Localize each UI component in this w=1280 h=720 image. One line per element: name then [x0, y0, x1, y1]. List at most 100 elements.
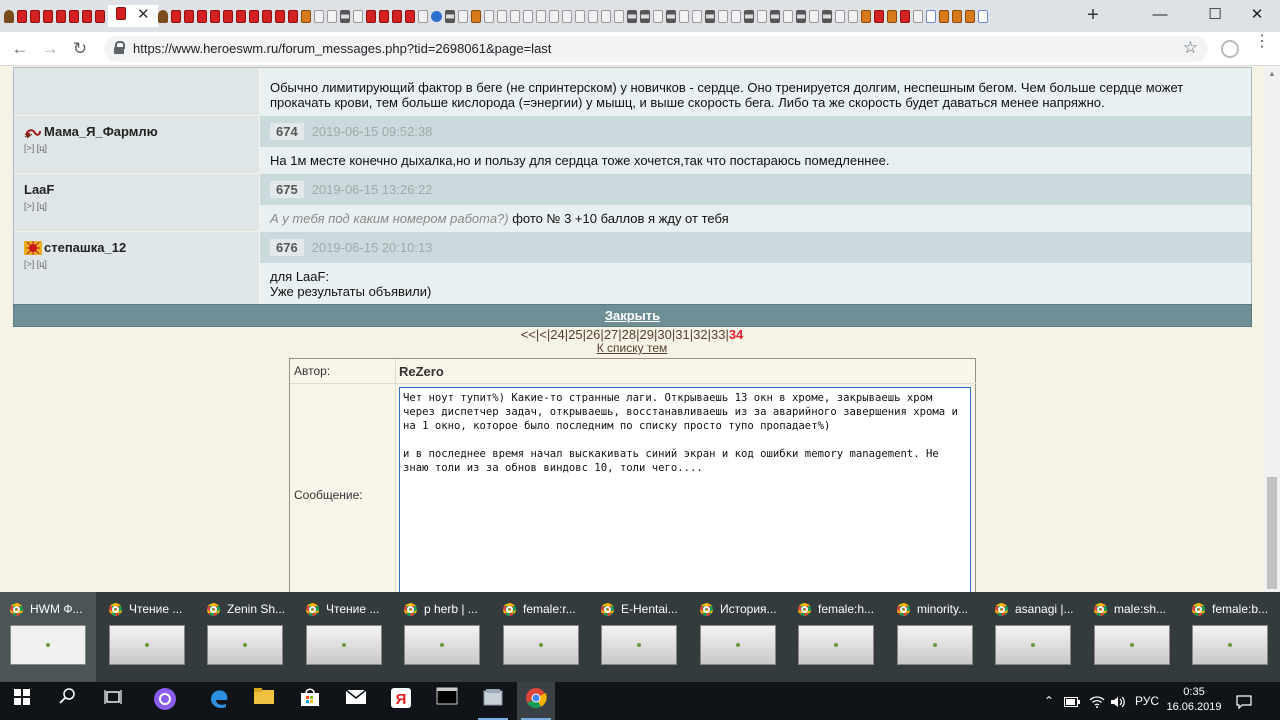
tab-favicon-icon[interactable] — [613, 9, 624, 23]
tab-favicon-knight-icon[interactable] — [157, 9, 168, 23]
page-link[interactable]: 27 — [604, 327, 618, 342]
tab-favicon-icon[interactable] — [95, 9, 105, 23]
tab-favicon-hourglass-icon[interactable] — [639, 9, 650, 23]
window-thumbnail[interactable]: E-Hentai... — [591, 592, 687, 682]
tab-favicon-icon[interactable] — [912, 9, 923, 23]
chrome-taskbar-icon[interactable] — [521, 687, 551, 720]
tab-favicon-hourglass-icon[interactable] — [743, 9, 754, 23]
tab-favicon-icon[interactable] — [951, 9, 962, 23]
terminal-icon[interactable] — [432, 687, 462, 715]
tab-favicon-icon[interactable] — [235, 9, 246, 23]
window-thumbnail[interactable]: female:h... — [788, 592, 884, 682]
wifi-icon[interactable] — [1089, 682, 1105, 720]
tab-favicon-icon[interactable] — [365, 9, 376, 23]
tab-favicon-icon[interactable] — [587, 9, 598, 23]
tab-favicon-icon[interactable] — [847, 9, 858, 23]
post-number[interactable]: 674 — [270, 123, 304, 140]
window-thumbnail[interactable]: Чтение ... — [99, 592, 195, 682]
tab-favicon-icon[interactable] — [808, 9, 819, 23]
window-maximize-button[interactable]: ☐ — [1192, 3, 1238, 27]
notifications-icon[interactable] — [1236, 682, 1252, 720]
tab-favicon-icon[interactable] — [43, 9, 53, 23]
store-icon[interactable] — [295, 687, 325, 715]
tab-favicon-icon[interactable] — [17, 9, 27, 23]
post-number[interactable]: 676 — [270, 239, 304, 256]
tab-favicon-icon[interactable] — [313, 9, 324, 23]
tray-overflow-icon[interactable]: ⌃ — [1044, 682, 1054, 720]
window-thumbnail[interactable]: Zenin Sh... — [197, 592, 293, 682]
window-thumbnail[interactable]: minority... — [887, 592, 983, 682]
tab-favicon-hourglass-icon[interactable] — [339, 9, 350, 23]
message-textarea[interactable]: Чет ноут тупит%) Какие-то странные лаги.… — [399, 387, 971, 592]
new-tab-button[interactable]: + — [1083, 4, 1103, 27]
tab-favicon-icon[interactable] — [925, 9, 936, 23]
tab-favicon-hourglass-icon[interactable] — [444, 9, 455, 23]
window-thumbnail[interactable]: История... — [690, 592, 786, 682]
window-thumbnail[interactable]: female:r... — [493, 592, 589, 682]
tab-favicon-icon[interactable] — [522, 9, 533, 23]
to-topic-list-link[interactable]: К списку тем — [597, 341, 668, 355]
page-link[interactable]: 32 — [693, 327, 707, 342]
tab-favicon-icon[interactable] — [69, 9, 79, 23]
scroll-up-icon[interactable]: ▲ — [1268, 69, 1276, 78]
window-thumbnail[interactable]: Чтение ... — [296, 592, 392, 682]
tab-favicon-icon[interactable] — [886, 9, 897, 23]
tab-favicon-icon[interactable] — [717, 9, 728, 23]
tab-favicon-icon[interactable] — [391, 9, 402, 23]
edge-icon[interactable] — [204, 687, 234, 715]
tab-favicon-icon[interactable] — [300, 9, 311, 23]
back-button[interactable]: ← — [8, 37, 32, 61]
post-number[interactable]: 675 — [270, 181, 304, 198]
tab-favicon-icon[interactable] — [274, 9, 285, 23]
tab-favicon-hourglass-icon[interactable] — [795, 9, 806, 23]
page-link[interactable]: 25 — [568, 327, 582, 342]
tab-favicon-icon[interactable] — [183, 9, 194, 23]
tab-favicon-icon[interactable] — [287, 9, 298, 23]
battery-icon[interactable] — [1064, 682, 1080, 720]
yandex-browser-icon[interactable]: Я — [386, 687, 416, 715]
reload-button[interactable]: ↻ — [68, 37, 92, 61]
tab-favicon-icon[interactable] — [574, 9, 585, 23]
tab-favicon-icon[interactable] — [56, 9, 66, 23]
window-thumbnail[interactable]: asanagi |... — [985, 592, 1081, 682]
post-author-name[interactable]: степашка_12 — [44, 240, 126, 255]
tab-favicon-icon[interactable] — [470, 9, 481, 23]
post-author-name[interactable]: LaaF — [24, 182, 54, 197]
tab-favicon-hourglass-icon[interactable] — [704, 9, 715, 23]
url-text[interactable]: https://www.heroeswm.ru/forum_messages.p… — [133, 41, 551, 56]
tab-favicon-icon[interactable] — [938, 9, 949, 23]
tab-favicon-hourglass-icon[interactable] — [821, 9, 832, 23]
volume-icon[interactable] — [1110, 682, 1126, 720]
page-link[interactable]: 28 — [622, 327, 636, 342]
tab-favicon-icon[interactable] — [196, 9, 207, 23]
tab-favicon-icon[interactable] — [404, 9, 415, 23]
page-scrollbar[interactable]: ▲ — [1264, 67, 1280, 592]
bookmark-star-icon[interactable]: ☆ — [1183, 38, 1198, 58]
tab-favicon-icon[interactable] — [730, 9, 741, 23]
tab-close-icon[interactable]: ✕ — [137, 5, 150, 23]
window-close-button[interactable]: ✕ — [1234, 3, 1280, 27]
page-link[interactable]: 30 — [657, 327, 671, 342]
browser-menu-icon[interactable]: ⋮ — [1254, 34, 1270, 50]
tab-favicon-icon[interactable] — [678, 9, 689, 23]
tab-favicon-icon[interactable] — [977, 9, 988, 23]
page-link[interactable]: 24 — [550, 327, 564, 342]
post-author-links[interactable]: [>] [ц] — [24, 143, 249, 153]
tab-favicon-icon[interactable] — [782, 9, 793, 23]
tab-favicon-icon[interactable] — [834, 9, 845, 23]
window-minimize-button[interactable]: — — [1137, 3, 1183, 27]
page-link[interactable]: 29 — [640, 327, 654, 342]
tab-favicon-icon[interactable] — [509, 9, 520, 23]
tab-favicon-hourglass-icon[interactable] — [665, 9, 676, 23]
close-thread-link[interactable]: Закрыть — [605, 308, 660, 323]
tab-favicon-icon[interactable] — [30, 9, 40, 23]
window-manager-icon[interactable] — [478, 687, 508, 720]
tab-favicon-icon[interactable] — [691, 9, 702, 23]
window-thumbnail[interactable]: female:b... — [1182, 592, 1278, 682]
window-thumbnail[interactable]: male:sh... — [1084, 592, 1180, 682]
language-indicator[interactable]: РУС — [1135, 682, 1159, 720]
search-icon[interactable] — [53, 687, 83, 715]
address-bar[interactable]: https://www.heroeswm.ru/forum_messages.p… — [104, 36, 1208, 62]
tab-favicon-icon[interactable] — [600, 9, 611, 23]
tab-favicon-icon[interactable] — [964, 9, 975, 23]
